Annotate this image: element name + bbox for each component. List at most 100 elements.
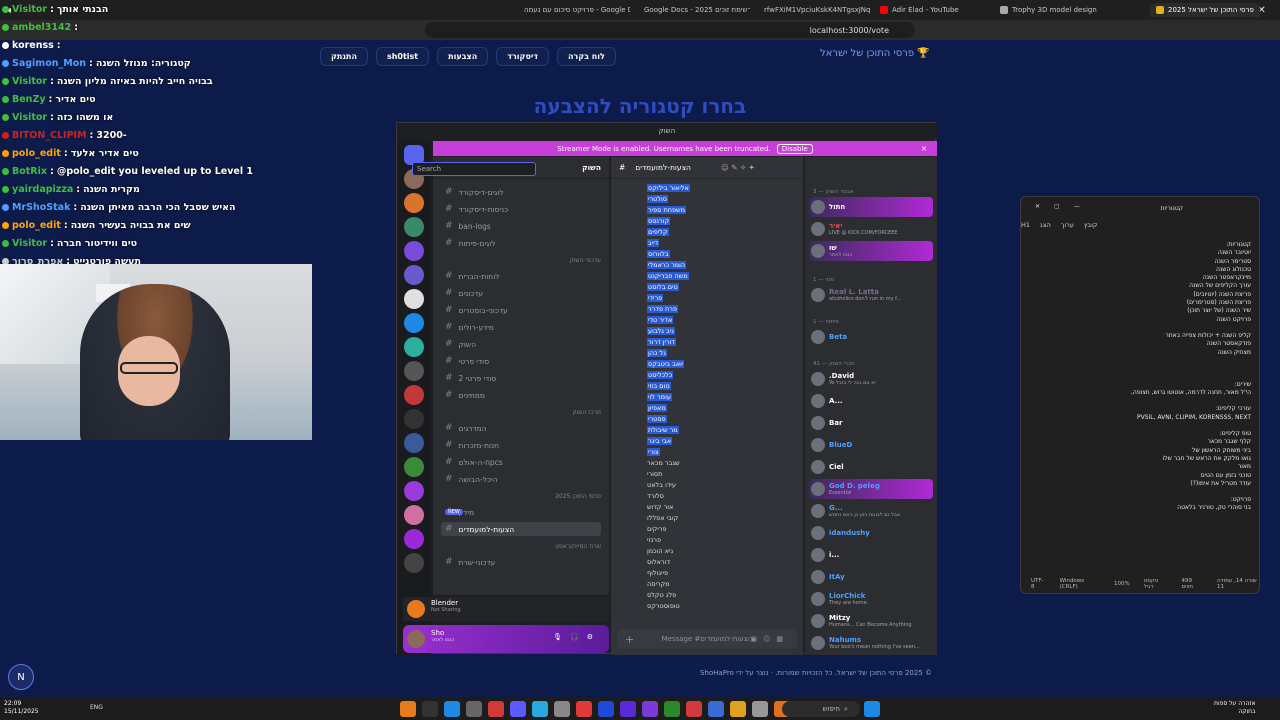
member-item[interactable]: Ciel [809, 457, 933, 477]
taskbar-app-icon[interactable] [642, 701, 658, 717]
member-item[interactable]: Real L. Latta alcoholics don't run in my … [809, 285, 933, 305]
search-input[interactable]: Search [412, 162, 536, 176]
channel-category[interactable]: שרת המיינקראפט [441, 543, 601, 550]
server-icon[interactable] [404, 241, 424, 261]
header-icons[interactable]: ✦ ✧ ✎ ☺ [721, 163, 755, 172]
channel-item[interactable]: ban-logs # [441, 219, 601, 233]
member-item[interactable]: idandushy [809, 523, 933, 543]
channel-category[interactable]: עדכוני השוק [441, 257, 601, 264]
channel-item[interactable]: ממתינים # [441, 388, 601, 402]
member-item[interactable]: LiorChick They are home. [809, 589, 933, 609]
taskbar-app-icon[interactable] [730, 701, 746, 717]
n-icon[interactable]: N [8, 664, 34, 690]
channel-item[interactable]: השוק # [441, 337, 601, 351]
taskbar-app-icon[interactable] [620, 701, 636, 717]
taskbar-app-icon[interactable] [510, 701, 526, 717]
plus-icon[interactable]: + [625, 633, 634, 646]
server-icon[interactable] [404, 529, 424, 549]
taskbar-app-icon[interactable] [444, 701, 460, 717]
server-icon[interactable] [404, 193, 424, 213]
channel-item[interactable]: עדכוני-בוסטרים # [441, 303, 601, 317]
close-icon[interactable]: ✕ [921, 145, 927, 153]
member-item[interactable]: A... [809, 391, 933, 411]
channel-item[interactable]: כניסות-דיסקורד # [441, 202, 601, 216]
server-icon[interactable] [404, 217, 424, 237]
taskbar-app-icon[interactable] [598, 701, 614, 717]
member-item[interactable]: Bar [809, 413, 933, 433]
channel-item[interactable]: היכל-הבושה # [441, 472, 601, 486]
browser-tab[interactable]: Adir Elad - YouTube [880, 3, 959, 17]
notepad-menu-item[interactable]: קובץ [1084, 221, 1098, 235]
composer-icons[interactable]: ▣☺▦ [750, 635, 789, 643]
server-icon[interactable] [404, 385, 424, 405]
url-field[interactable]: localhost:3000/vote [425, 22, 915, 38]
nav-button[interactable]: לוח בקרה [556, 46, 616, 66]
channel-item[interactable]: המדרגים # [441, 421, 601, 435]
taskbar-app-icon[interactable] [664, 701, 680, 717]
taskbar-app-icon[interactable] [400, 701, 416, 717]
browser-tab[interactable]: Google Docs - 2025 רשימת זוכים [640, 3, 750, 17]
taskbar-search[interactable]: חיפוש ⌕ [782, 701, 860, 717]
taskbar-app-icon[interactable] [708, 701, 724, 717]
server-icon[interactable] [404, 361, 424, 381]
channel-item[interactable]: חנות-מזכרות # [441, 438, 601, 452]
channel-item[interactable]: npcs-ה-אולם # [441, 455, 601, 469]
member-item[interactable]: i... [809, 545, 933, 565]
taskbar-app-icon[interactable] [686, 701, 702, 717]
member-item[interactable]: חתול [809, 197, 933, 217]
nav-button[interactable]: הצבעות [437, 46, 489, 66]
server-icon[interactable] [404, 409, 424, 429]
notepad-menu-item[interactable]: H1 [1021, 221, 1030, 235]
channel-item[interactable]: סודי פרטי 2 # [441, 371, 601, 385]
notepad-menu-item[interactable]: הצג [1040, 221, 1051, 235]
browser-tab[interactable]: rfwFXiM1VpciuKskK4NTgsxJNqBk [760, 3, 870, 17]
channel-category[interactable]: פרסי התוכן 2025 [441, 493, 601, 500]
server-icon[interactable] [404, 313, 424, 333]
channel-item[interactable]: לוחות-הברית # [441, 269, 601, 283]
taskbar-app-icon[interactable] [422, 701, 438, 717]
member-item[interactable]: Beta [809, 327, 933, 347]
member-item[interactable]: Mitzy Humans... Can Become Anything [809, 611, 933, 631]
taskbar-app-icon[interactable] [554, 701, 570, 717]
window-controls[interactable]: ✕▢— [1035, 203, 1094, 210]
current-user[interactable]: Sho כנסו לאתר 🎙🎧⚙ [403, 625, 609, 653]
channel-item[interactable]: הצעות-למועמדים # [441, 522, 601, 536]
taskbar-app-icon[interactable] [488, 701, 504, 717]
notepad-text[interactable]: קטגוריות: יוטיובר השנה סטרימר השנה טכנולוג … [1029, 241, 1251, 567]
clock[interactable]: 22:09 15/11/2025 [4, 700, 39, 716]
taskbar-app-icon[interactable] [466, 701, 482, 717]
channel-item[interactable]: NEWמידע# [441, 505, 601, 519]
windows-icon[interactable] [864, 701, 880, 717]
server-icon[interactable] [404, 289, 424, 309]
notepad-tab[interactable]: קטגוריות [1160, 205, 1183, 212]
taskbar-app-icon[interactable] [532, 701, 548, 717]
mic-headset-settings-icons[interactable]: 🎙🎧⚙ [553, 633, 601, 641]
server-icon[interactable] [404, 265, 424, 285]
member-item[interactable]: שו כנסו לאתר [809, 241, 933, 261]
nav-button[interactable]: sh0tist [375, 46, 430, 66]
channel-item[interactable]: לוגים-פיתוח # [441, 236, 601, 250]
message-input[interactable]: + Message #הצעות-למועמדים ▣☺▦ [617, 629, 797, 649]
channel-item[interactable]: עדכונים # [441, 286, 601, 300]
member-item[interactable]: .David Yo יא אם נכה לי בזבל [809, 369, 933, 389]
server-icon[interactable] [404, 433, 424, 453]
notepad-menu-item[interactable]: ערוך [1061, 221, 1074, 235]
channel-item[interactable]: עדכוני-שרת # [441, 555, 601, 569]
channel-item[interactable]: סודי פרטי # [441, 354, 601, 368]
disable-button[interactable]: Disable [776, 143, 813, 154]
language-indicator[interactable]: ENG [90, 704, 103, 711]
nav-button[interactable]: התנתק [320, 46, 368, 66]
browser-tab[interactable]: פרסי התוכן של ישראל 2025 [1150, 3, 1260, 17]
channel-category[interactable]: מרכז השוק [441, 409, 601, 416]
site-brand[interactable]: 🏆 פרסי התוכן של ישראל [820, 48, 930, 59]
browser-tab[interactable]: Trophy 3D model design [1000, 3, 1097, 17]
channel-item[interactable]: מידע-רולים # [441, 320, 601, 334]
member-item[interactable]: BlueD [809, 435, 933, 455]
browser-tab[interactable]: פרויקט סיכום עם נעמה - Google Docs [520, 3, 630, 17]
taskbar-app-icon[interactable] [752, 701, 768, 717]
server-icon[interactable] [404, 481, 424, 501]
member-item[interactable]: G... אבל גם לבונות כאן כן האם נתמש [809, 501, 933, 521]
nav-button[interactable]: דיסקורד [496, 46, 549, 66]
server-icon[interactable] [404, 553, 424, 573]
member-item[interactable]: ItAy [809, 567, 933, 587]
